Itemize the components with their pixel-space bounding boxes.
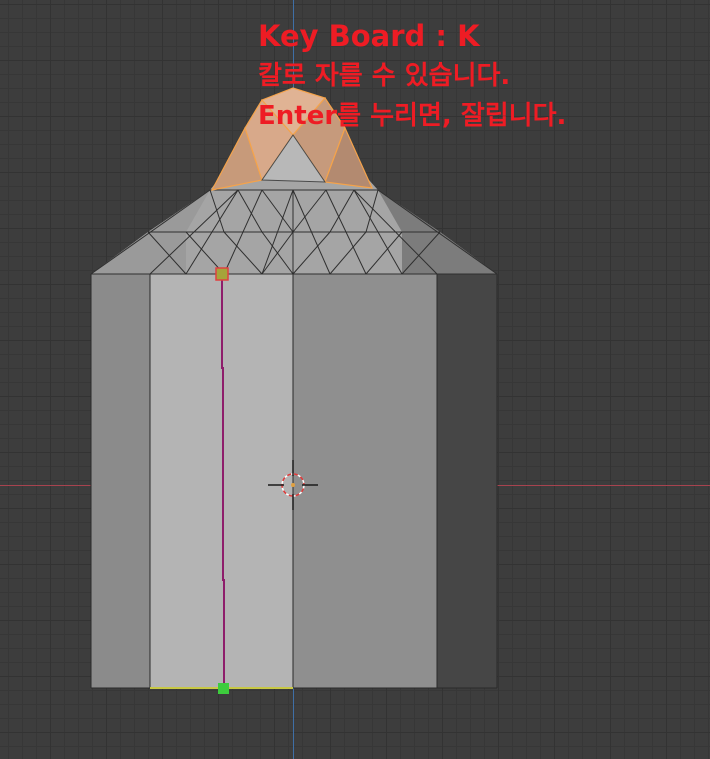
3d-viewport[interactable]: Key Board : K 칼로 자를 수 있습니다. Enter를 누리면, … <box>0 0 710 759</box>
mesh-face-front-right[interactable] <box>293 274 437 688</box>
annotation-line-1: Key Board : K <box>258 19 480 53</box>
annotation-line-3: Enter를 누리면, 잘립니다. <box>258 101 567 131</box>
mesh-face-left[interactable] <box>91 274 150 688</box>
knife-start-vertex[interactable] <box>215 267 229 281</box>
mesh-face-right[interactable] <box>437 274 497 688</box>
knife-end-vertex[interactable] <box>218 683 229 694</box>
annotation-line-2: 칼로 자를 수 있습니다. <box>258 61 511 91</box>
tutorial-annotation: Key Board : K 칼로 자를 수 있습니다. Enter를 누리면, … <box>258 16 566 136</box>
